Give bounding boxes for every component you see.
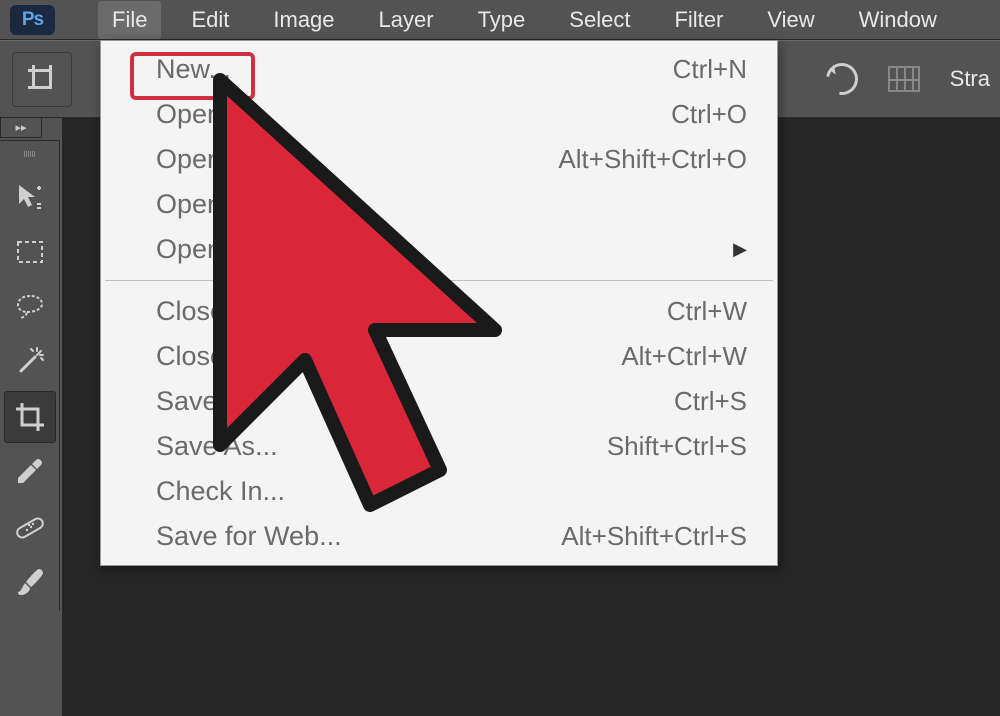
menu-item-shortcut: Ctrl+O [671, 99, 747, 130]
menubar: Ps File Edit Image Layer Type Select Fil… [0, 0, 1000, 40]
menu-window[interactable]: Window [845, 1, 951, 39]
menu-item-shortcut: Ctrl+N [673, 54, 747, 85]
panel-grip[interactable] [0, 151, 59, 161]
menu-item-close[interactable]: Close Ctrl+W [101, 289, 777, 334]
menu-item-label: Open a [156, 189, 245, 220]
lasso-tool[interactable] [4, 281, 56, 333]
brush-tool[interactable] [4, 556, 56, 608]
menu-file[interactable]: File [98, 1, 161, 39]
menu-item-new[interactable]: New... Ctrl+N [101, 47, 777, 92]
wand-icon [13, 345, 47, 379]
menu-item-shortcut: Alt+Ctrl+W [621, 341, 747, 372]
menu-view[interactable]: View [753, 1, 828, 39]
move-icon [13, 180, 47, 214]
tool-preset-picker[interactable] [12, 52, 72, 107]
menu-item-save-as[interactable]: Save As... Shift+Ctrl+S [101, 424, 777, 469]
menu-filter[interactable]: Filter [660, 1, 737, 39]
brush-icon [13, 565, 47, 599]
marquee-icon [13, 235, 47, 269]
crop-icon [28, 65, 56, 93]
straighten-icon[interactable] [888, 66, 920, 92]
eyedropper-icon [13, 455, 47, 489]
menu-item-label: Save [156, 386, 218, 417]
options-bar-right: Stra [826, 41, 1000, 117]
menu-item-label: Close All [156, 341, 261, 372]
menu-separator [105, 280, 773, 281]
straighten-label: Stra [950, 66, 990, 92]
menu-item-shortcut: Ctrl+W [667, 296, 747, 327]
crop-tool[interactable] [4, 391, 56, 443]
menu-item-label: Check In... [156, 476, 285, 507]
menu-item-label: New... [156, 54, 231, 85]
tools-panel [0, 140, 60, 611]
menu-item-label: Close [156, 296, 225, 327]
bandage-icon [13, 510, 47, 544]
panel-collapse-tab[interactable]: ▸▸ [0, 118, 42, 138]
menu-item-open-recent[interactable]: Open R ▶ [101, 227, 777, 272]
file-dropdown-menu: New... Ctrl+N Open Ctrl+O Open Alt+Shift… [100, 40, 778, 566]
menu-item-close-all[interactable]: Close All Alt+Ctrl+W [101, 334, 777, 379]
menu-item-label: Open [156, 144, 222, 175]
crop-tool-icon [13, 400, 47, 434]
menu-image[interactable]: Image [259, 1, 348, 39]
menu-edit[interactable]: Edit [177, 1, 243, 39]
menu-item-save[interactable]: Save Ctrl+S [101, 379, 777, 424]
quick-selection-tool[interactable] [4, 336, 56, 388]
menu-select[interactable]: Select [555, 1, 644, 39]
marquee-tool[interactable] [4, 226, 56, 278]
menu-item-label: Open [156, 99, 222, 130]
menu-item-save-for-web[interactable]: Save for Web... Alt+Shift+Ctrl+S [101, 514, 777, 559]
menu-item-open-as[interactable]: Open a [101, 182, 777, 227]
menu-item-label: Open R [156, 234, 249, 265]
healing-brush-tool[interactable] [4, 501, 56, 553]
menu-item-shortcut: Alt+Shift+Ctrl+S [561, 521, 747, 552]
menu-item-label: Save for Web... [156, 521, 342, 552]
menu-type[interactable]: Type [464, 1, 540, 39]
menu-item-open[interactable]: Open Ctrl+O [101, 92, 777, 137]
move-tool[interactable] [4, 171, 56, 223]
rotate-icon[interactable] [819, 57, 864, 102]
lasso-icon [13, 290, 47, 324]
menu-layer[interactable]: Layer [365, 1, 448, 39]
menu-item-check-in[interactable]: Check In... [101, 469, 777, 514]
menu-item-shortcut: Ctrl+S [674, 386, 747, 417]
submenu-arrow-icon: ▶ [733, 239, 747, 260]
photoshop-logo: Ps [10, 5, 55, 35]
menu-item-shortcut: Shift+Ctrl+S [607, 431, 747, 462]
eyedropper-tool[interactable] [4, 446, 56, 498]
menu-item-open-bridge[interactable]: Open Alt+Shift+Ctrl+O [101, 137, 777, 182]
menu-item-label: Save As... [156, 431, 278, 462]
menu-item-shortcut: Alt+Shift+Ctrl+O [558, 144, 747, 175]
